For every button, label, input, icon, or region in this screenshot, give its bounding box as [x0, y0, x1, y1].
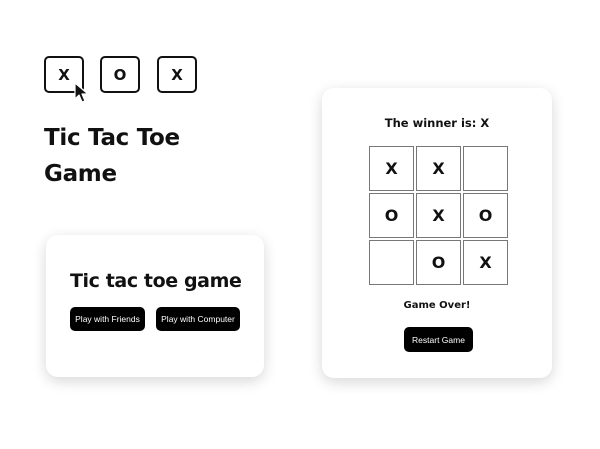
board-cell[interactable]: X — [416, 146, 461, 191]
board-cell[interactable]: X — [369, 146, 414, 191]
board-cell[interactable]: X — [416, 193, 461, 238]
play-with-computer-button[interactable]: Play with Computer — [156, 307, 240, 331]
hero-title-line2: Game — [44, 161, 117, 187]
game-card: The winner is: X X X O X O O X Game Over… — [322, 88, 552, 378]
tile-x-right: X — [157, 56, 197, 93]
mouse-pointer-icon — [74, 82, 89, 103]
board-cell[interactable]: O — [416, 240, 461, 285]
hero-title: Tic Tac Toe Game — [44, 120, 264, 192]
play-with-friends-button[interactable]: Play with Friends — [70, 307, 145, 331]
game-status: Game Over! — [403, 300, 471, 311]
hero-title-line1: Tic Tac Toe — [44, 125, 180, 151]
winner-text: The winner is: X — [384, 116, 490, 130]
menu-card: Tic tac toe game Play with Friends Play … — [46, 235, 264, 377]
board-cell[interactable]: X — [463, 240, 508, 285]
restart-game-button[interactable]: Restart Game — [404, 327, 473, 352]
board-cell[interactable]: O — [463, 193, 508, 238]
tile-o-middle: O — [100, 56, 140, 93]
menu-title: Tic tac toe game — [70, 270, 242, 292]
board-cell[interactable] — [463, 146, 508, 191]
board-cell[interactable] — [369, 240, 414, 285]
game-board: X X O X O O X — [369, 146, 508, 285]
board-cell[interactable]: O — [369, 193, 414, 238]
